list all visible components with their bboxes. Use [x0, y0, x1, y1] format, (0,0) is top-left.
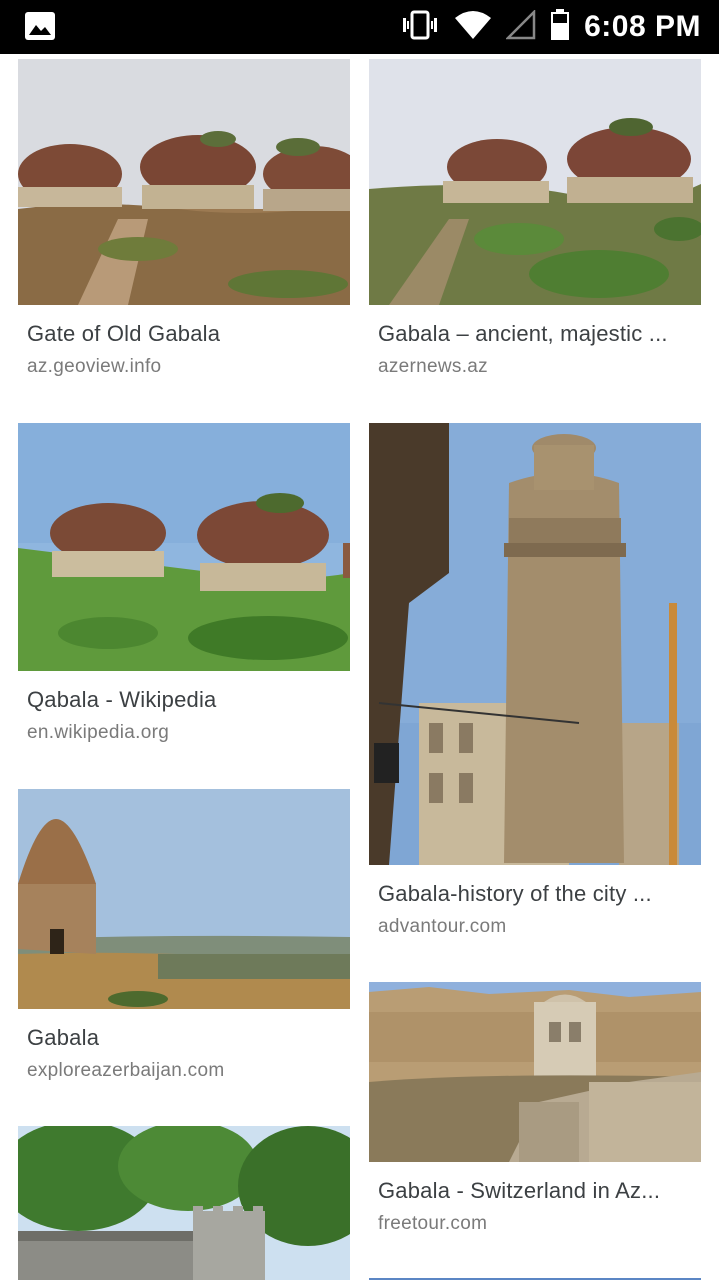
image-result-card[interactable]: Gabala – ancient, majestic ... azernews.…: [369, 59, 701, 378]
result-source: en.wikipedia.org: [27, 722, 170, 743]
image-result-card[interactable]: Qabala - Wikipedia en.wikipedia.org: [18, 423, 350, 744]
result-thumbnail[interactable]: [18, 59, 350, 305]
battery-icon: [550, 8, 570, 46]
wifi-icon: [454, 10, 492, 45]
status-bar: 6:08 PM: [0, 0, 719, 54]
image-result-card[interactable]: Gate of Old Gabala az.geoview.info: [18, 59, 350, 378]
result-thumbnail[interactable]: [369, 982, 701, 1162]
image-results-grid[interactable]: Gate of Old Gabala az.geoview.info Gabal…: [0, 54, 719, 1280]
result-thumbnail[interactable]: [369, 59, 701, 305]
result-title[interactable]: Qabala - Wikipedia: [18, 687, 340, 713]
result-source: az.geoview.info: [27, 356, 162, 377]
result-title[interactable]: Gabala - Switzerland in Az...: [369, 1178, 691, 1204]
result-title[interactable]: Gate of Old Gabala: [18, 321, 340, 347]
image-notification-icon: [24, 11, 56, 41]
result-title[interactable]: Gabala – ancient, majestic ...: [369, 321, 691, 347]
status-time: 6:08 PM: [584, 10, 701, 43]
image-result-card[interactable]: Gabala-history of the city ... advantour…: [369, 423, 701, 938]
result-source: advantour.com: [378, 916, 507, 937]
result-thumbnail[interactable]: [369, 423, 701, 865]
result-thumbnail[interactable]: [18, 423, 350, 671]
vibrate-icon: [400, 10, 440, 45]
result-thumbnail[interactable]: [18, 1126, 350, 1280]
result-source: azernews.az: [378, 356, 488, 377]
image-result-card[interactable]: Gabala - Switzerland in Az... freetour.c…: [369, 982, 701, 1235]
result-title[interactable]: Gabala: [18, 1025, 340, 1051]
signal-icon: [505, 8, 536, 45]
image-result-card[interactable]: Gabala exploreazerbaijan.com: [18, 789, 350, 1082]
result-source: exploreazerbaijan.com: [27, 1060, 225, 1081]
image-result-card[interactable]: [18, 1126, 350, 1280]
result-source: freetour.com: [378, 1213, 488, 1234]
result-title[interactable]: Gabala-history of the city ...: [369, 881, 691, 907]
result-thumbnail[interactable]: [18, 789, 350, 1009]
